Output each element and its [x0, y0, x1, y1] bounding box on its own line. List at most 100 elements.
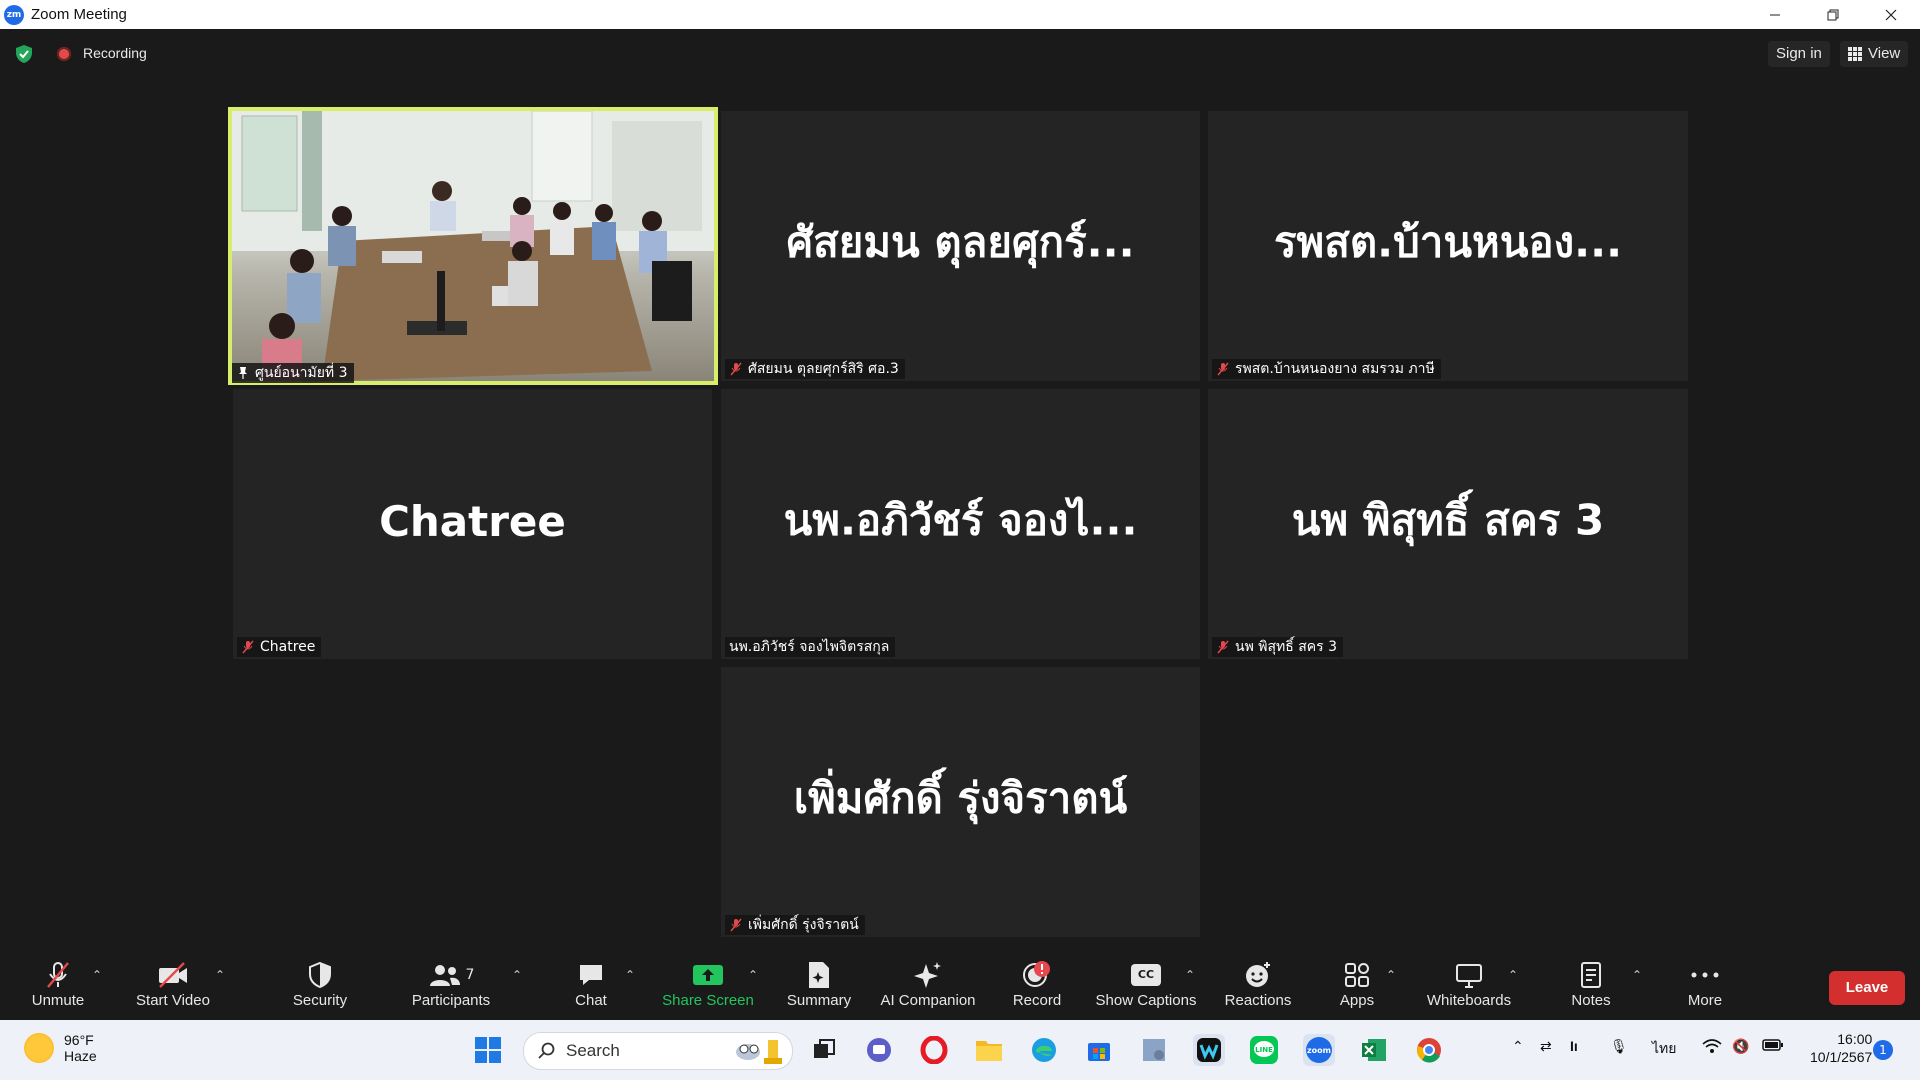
- captions-caret-icon[interactable]: ⌃: [1185, 968, 1195, 982]
- video-tile-active[interactable]: ศูนย์อนามัยที่ 3: [228, 107, 718, 385]
- start-video-button[interactable]: Start Video: [133, 960, 213, 1016]
- restore-button[interactable]: [1804, 0, 1862, 29]
- chat-caret-icon[interactable]: ⌃: [625, 968, 635, 982]
- notes-caret-icon[interactable]: ⌃: [1632, 968, 1642, 982]
- window-title: Zoom Meeting: [31, 6, 127, 23]
- meeting-toolbar: Unmute ⌃ Start Video ⌃ Security 7 Partic…: [0, 950, 1920, 1020]
- sign-in-button[interactable]: Sign in: [1768, 41, 1830, 67]
- weather-condition: Haze: [64, 1048, 97, 1064]
- zoom-taskbar-icon[interactable]: zoom: [1303, 1034, 1335, 1066]
- participant-name-label: Chatree: [237, 637, 322, 657]
- participants-label: Participants: [411, 992, 491, 1009]
- leave-button[interactable]: Leave: [1829, 971, 1905, 1005]
- weather-widget[interactable]: 96°F Haze: [24, 1032, 97, 1064]
- video-tile[interactable]: นพ พิสุทธิ์ สคร 3 นพ พิสุทธิ์ สคร 3: [1208, 389, 1688, 659]
- participants-button[interactable]: 7 Participants: [411, 960, 491, 1016]
- notes-button[interactable]: Notes: [1568, 960, 1614, 1016]
- security-button[interactable]: Security: [290, 960, 350, 1016]
- share-screen-button[interactable]: Share Screen: [660, 960, 756, 1016]
- encryption-shield-icon[interactable]: [14, 44, 34, 64]
- participant-name-label: ศัสยมน ตุลยศุกร์สิริ ศอ.3: [725, 359, 905, 379]
- unmute-label: Unmute: [31, 992, 85, 1009]
- restore-icon: [1827, 9, 1839, 20]
- meeting-top-bar: Recording Sign in View: [0, 29, 1920, 79]
- teams-chat-icon[interactable]: [863, 1034, 895, 1066]
- video-options-caret-icon[interactable]: ⌃: [215, 968, 225, 982]
- participant-display-name: เพิ่มศักดิ์ รุ่งจิราตน์: [793, 773, 1128, 823]
- search-icon: [538, 1042, 555, 1059]
- taskbar-search-box[interactable]: Search: [523, 1032, 793, 1070]
- show-captions-label: Show Captions: [1095, 992, 1197, 1009]
- window-controls: [1746, 0, 1920, 29]
- chat-button[interactable]: Chat: [566, 960, 616, 1016]
- record-button[interactable]: Record: [1009, 960, 1065, 1016]
- share-screen-caret-icon[interactable]: ⌃: [748, 968, 758, 982]
- windows-logo-icon: [475, 1037, 501, 1063]
- tray-overflow-icon[interactable]: ⌃: [1512, 1038, 1524, 1055]
- chat-label: Chat: [575, 992, 607, 1009]
- minimize-button[interactable]: [1746, 0, 1804, 29]
- start-video-label: Start Video: [136, 992, 210, 1009]
- closed-captions-icon: CC: [1131, 964, 1161, 986]
- line-app-icon[interactable]: LINE: [1248, 1034, 1280, 1066]
- ai-sparkle-icon: [914, 962, 941, 988]
- microsoft-store-icon[interactable]: [1083, 1034, 1115, 1066]
- excel-icon[interactable]: [1358, 1034, 1390, 1066]
- wifi-icon[interactable]: [1702, 1038, 1722, 1057]
- input-indicator-icon[interactable]: Iı: [1570, 1038, 1578, 1054]
- chrome-icon[interactable]: [1413, 1034, 1445, 1066]
- whiteboards-button[interactable]: Whiteboards: [1423, 960, 1515, 1016]
- muted-mic-icon: [730, 362, 742, 376]
- notification-badge[interactable]: 1: [1873, 1040, 1893, 1060]
- control-panel-icon[interactable]: [1138, 1034, 1170, 1066]
- more-dots-icon: [1691, 972, 1719, 978]
- summary-button[interactable]: Summary: [785, 960, 853, 1016]
- participant-name: รพสต.บ้านหนองยาง สมรวม ภาษี: [1235, 361, 1435, 377]
- clock-date: 10/1/2567: [1810, 1049, 1873, 1065]
- apps-label: Apps: [1339, 992, 1375, 1009]
- edge-browser-icon[interactable]: [1028, 1034, 1060, 1066]
- ai-companion-button[interactable]: AI Companion: [876, 960, 980, 1016]
- video-tile[interactable]: ศัสยมน ตุลยศุกร์... ศัสยมน ตุลยศุกร์สิริ…: [721, 111, 1200, 381]
- video-tile[interactable]: นพ.อภิวัชร์ จองไ... นพ.อภิวัชร์ จองไพจิต…: [721, 389, 1200, 659]
- video-tile[interactable]: รพสต.บ้านหนอง... รพสต.บ้านหนองยาง สมรวม …: [1208, 111, 1688, 381]
- recording-label: Recording: [83, 45, 147, 61]
- apps-button[interactable]: Apps: [1334, 960, 1380, 1016]
- muted-mic-icon: [1217, 640, 1229, 654]
- muted-mic-icon: [730, 918, 742, 932]
- view-button[interactable]: View: [1840, 41, 1909, 67]
- start-button[interactable]: [472, 1034, 504, 1066]
- shield-icon: [309, 961, 331, 989]
- file-explorer-icon[interactable]: [973, 1034, 1005, 1066]
- reactions-button[interactable]: Reactions: [1222, 960, 1294, 1016]
- unmute-button[interactable]: Unmute: [28, 960, 88, 1016]
- apps-caret-icon[interactable]: ⌃: [1386, 968, 1396, 982]
- participant-name: ศูนย์อนามัยที่ 3: [255, 365, 348, 381]
- close-icon: [1885, 9, 1897, 20]
- system-clock[interactable]: 16:00 10/1/2567: [1810, 1030, 1872, 1066]
- language-indicator[interactable]: ไทย: [1652, 1038, 1676, 1060]
- volume-muted-icon[interactable]: 🔇: [1732, 1038, 1749, 1055]
- battery-icon[interactable]: [1762, 1038, 1784, 1055]
- video-off-icon: [159, 962, 187, 988]
- show-captions-button[interactable]: CC Show Captions: [1094, 960, 1198, 1016]
- task-view-icon[interactable]: [808, 1034, 840, 1066]
- participant-name-label: ศูนย์อนามัยที่ 3: [232, 363, 354, 383]
- audio-options-caret-icon[interactable]: ⌃: [92, 968, 102, 982]
- more-button[interactable]: More: [1682, 960, 1728, 1016]
- video-tile[interactable]: เพิ่มศักดิ์ รุ่งจิราตน์ เพิ่มศักดิ์ รุ่ง…: [721, 667, 1200, 937]
- opera-browser-icon[interactable]: [918, 1034, 950, 1066]
- webex-icon[interactable]: [1193, 1034, 1225, 1066]
- participant-name-label: รพสต.บ้านหนองยาง สมรวม ภาษี: [1212, 359, 1441, 379]
- video-tile[interactable]: Chatree Chatree: [233, 389, 712, 659]
- microphone-tray-icon[interactable]: 🎙: [1610, 1038, 1628, 1055]
- network-adapter-icon[interactable]: ⇄: [1540, 1038, 1552, 1055]
- notes-icon: [1581, 962, 1601, 988]
- whiteboards-caret-icon[interactable]: ⌃: [1508, 968, 1518, 982]
- close-button[interactable]: [1862, 0, 1920, 29]
- svg-text:LINE: LINE: [1255, 1046, 1273, 1054]
- participants-caret-icon[interactable]: ⌃: [512, 968, 522, 982]
- excel-glyph: [1362, 1039, 1386, 1061]
- clock-time: 16:00: [1837, 1031, 1873, 1047]
- chrome-glyph: [1417, 1038, 1441, 1063]
